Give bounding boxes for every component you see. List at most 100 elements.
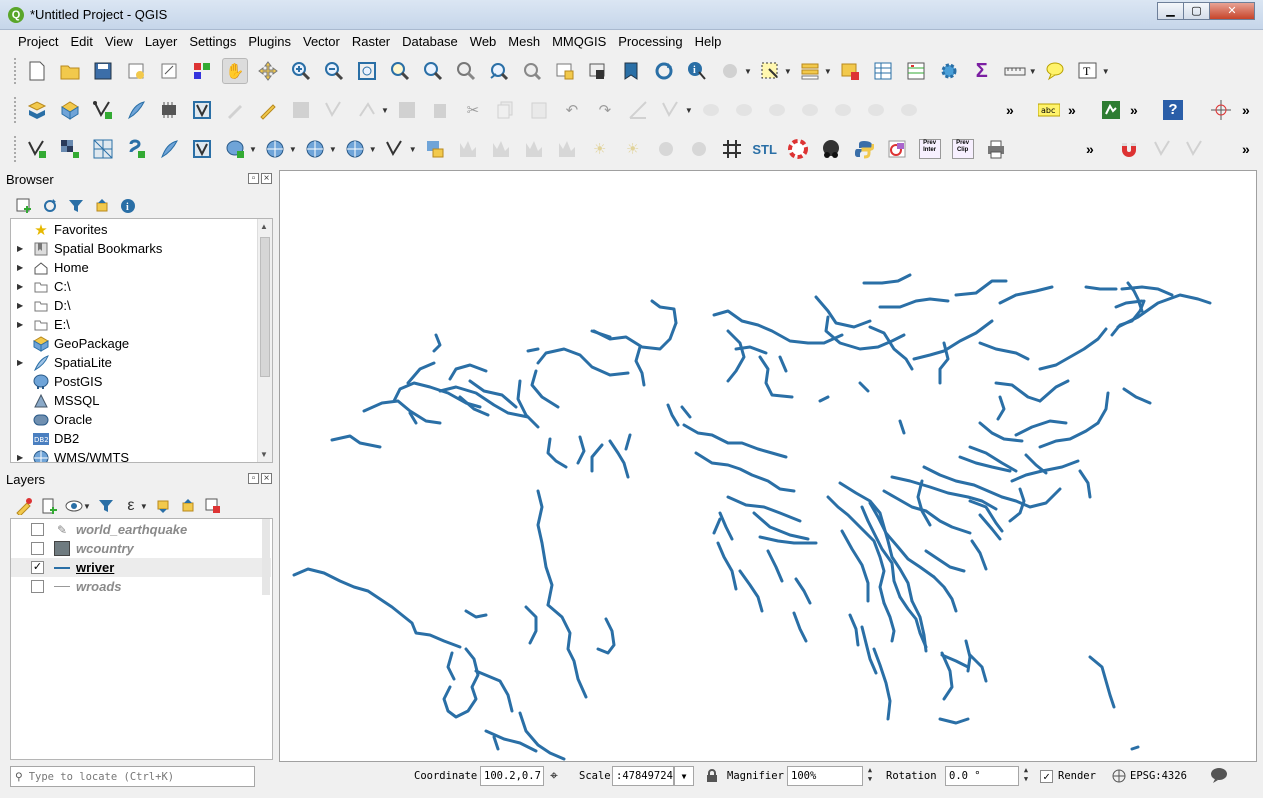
layer-visibility-checkbox[interactable] — [31, 542, 44, 555]
close-button[interactable]: ✕ — [1209, 2, 1255, 20]
shading-tool-2-icon[interactable] — [686, 136, 712, 162]
float-panel-button[interactable]: ▫ — [248, 173, 259, 184]
dropdown-arrow-icon[interactable]: ▼ — [369, 145, 377, 154]
browser-item-spatial-bookmarks[interactable]: ▶ Spatial Bookmarks — [11, 239, 162, 258]
cut-features-icon[interactable]: ✂ — [460, 97, 486, 123]
raster-tool-3-icon[interactable] — [521, 136, 547, 162]
pan-map-icon[interactable]: ✋ — [222, 58, 248, 84]
dropdown-arrow-icon[interactable]: ▼ — [83, 502, 91, 511]
zoom-out-icon[interactable] — [321, 58, 347, 84]
browser-tree[interactable]: ★ Favorites ▶ Spatial Bookmarks ▶ Home ▶ C:\… — [10, 218, 273, 463]
copy-features-icon[interactable] — [493, 97, 519, 123]
fill-ring-icon[interactable] — [830, 97, 856, 123]
deselect-features-icon[interactable] — [837, 58, 863, 84]
dropdown-arrow-icon[interactable]: ▼ — [140, 502, 148, 511]
new-print-layout-icon[interactable] — [123, 58, 149, 84]
sun-tool-2-icon[interactable]: ☀ — [620, 136, 646, 162]
shading-tool-icon[interactable] — [653, 136, 679, 162]
zoom-full-icon[interactable] — [354, 58, 380, 84]
layers-scroll-strip[interactable] — [262, 519, 270, 595]
zoom-last-icon[interactable] — [486, 58, 512, 84]
new-map-view-icon[interactable] — [552, 58, 578, 84]
advanced-digitizing-icon[interactable] — [625, 97, 651, 123]
dropdown-arrow-icon[interactable]: ▼ — [744, 67, 752, 76]
edit-digitize-icon[interactable] — [222, 97, 248, 123]
browser-item-d-drive[interactable]: ▶ D:\ — [11, 296, 71, 315]
minimize-button[interactable]: ▁ — [1157, 2, 1184, 20]
scale-dropdown-arrow-icon[interactable]: ▼ — [674, 766, 694, 786]
new-spatialite-layer-icon[interactable] — [123, 97, 149, 123]
zoom-to-selection-icon[interactable] — [387, 58, 413, 84]
coordinate-toggle-icon[interactable]: ⌖ — [550, 768, 558, 784]
scroll-up-arrow-icon[interactable]: ▲ — [260, 222, 268, 231]
measure-line-icon[interactable] — [1002, 58, 1028, 84]
map-canvas[interactable] — [279, 170, 1257, 762]
menu-project[interactable]: Project — [12, 34, 64, 49]
plugin-run-icon[interactable] — [1098, 97, 1124, 123]
snap-vertex-icon[interactable] — [1150, 136, 1176, 162]
menu-layer[interactable]: Layer — [139, 34, 184, 49]
menu-view[interactable]: View — [99, 34, 139, 49]
browser-item-favorites[interactable]: ★ Favorites — [11, 220, 107, 239]
pan-to-selection-icon[interactable] — [255, 58, 281, 84]
scale-field[interactable]: :47849724 — [612, 766, 674, 786]
menu-plugins[interactable]: Plugins — [242, 34, 297, 49]
prev-clip-button[interactable]: Prev Clip — [950, 136, 976, 162]
toolbar-overflow-button[interactable]: » — [1006, 102, 1014, 118]
expand-arrow-icon[interactable]: ▶ — [17, 453, 27, 462]
filter-by-expression-icon[interactable]: ε — [121, 493, 141, 519]
undo-icon[interactable]: ↶ — [559, 97, 585, 123]
zoom-native-icon[interactable] — [453, 58, 479, 84]
browser-item-db2[interactable]: DB2 DB2 — [11, 429, 79, 448]
menu-mesh[interactable]: Mesh — [502, 34, 546, 49]
help-icon[interactable]: ? — [1160, 97, 1186, 123]
dropdown-arrow-icon[interactable]: ▼ — [409, 145, 417, 154]
expand-all-icon[interactable] — [153, 493, 173, 519]
toolbar-overflow-button[interactable]: » — [1242, 141, 1250, 157]
menu-mmqgis[interactable]: MMQGIS — [546, 34, 612, 49]
delete-ring-icon[interactable] — [863, 97, 889, 123]
style-manager-icon[interactable] — [189, 58, 215, 84]
crosshair-icon[interactable] — [1208, 97, 1234, 123]
dropdown-arrow-icon[interactable]: ▼ — [1029, 67, 1037, 76]
remove-layer-icon[interactable] — [203, 493, 223, 519]
expand-arrow-icon[interactable]: ▶ — [17, 320, 27, 329]
dropdown-arrow-icon[interactable]: ▼ — [824, 67, 832, 76]
collapse-all-icon[interactable] — [92, 193, 112, 219]
select-features-icon[interactable] — [757, 58, 783, 84]
float-panel-button[interactable]: ▫ — [248, 473, 259, 484]
new-virtual-layer-icon[interactable] — [156, 97, 182, 123]
run-feature-action-icon[interactable] — [717, 58, 743, 84]
new-temporary-layer-icon[interactable] — [382, 136, 408, 162]
refresh-icon[interactable] — [651, 58, 677, 84]
add-raster-layer-icon[interactable] — [57, 136, 83, 162]
new-project-icon[interactable] — [24, 58, 50, 84]
browser-item-oracle[interactable]: Oracle — [11, 410, 92, 429]
new-3d-map-view-icon[interactable] — [585, 58, 611, 84]
statistical-summary-icon[interactable]: Σ — [969, 58, 995, 84]
layer-visibility-checkbox[interactable]: ✓ — [31, 561, 44, 574]
dropdown-arrow-icon[interactable]: ▼ — [1102, 67, 1110, 76]
expand-arrow-icon[interactable]: ▶ — [17, 263, 27, 272]
expand-arrow-icon[interactable]: ▶ — [17, 358, 27, 367]
filter-icon[interactable] — [66, 193, 86, 219]
browser-item-wms-wmts[interactable]: ▶ WMS/WMTS — [11, 448, 129, 462]
save-project-icon[interactable] — [90, 58, 116, 84]
scrollbar-thumb[interactable] — [260, 237, 270, 377]
sun-tool-icon[interactable]: ☀ — [587, 136, 613, 162]
reshape-features-icon[interactable] — [698, 97, 724, 123]
toolbar-grip[interactable] — [14, 58, 18, 84]
magnifier-field[interactable]: 100% — [787, 766, 863, 786]
messages-icon[interactable] — [1210, 767, 1228, 786]
zoom-in-icon[interactable] — [288, 58, 314, 84]
delete-part-icon[interactable] — [896, 97, 922, 123]
text-annotation-icon[interactable]: T — [1075, 58, 1101, 84]
label-tool-icon[interactable]: abc — [1036, 97, 1062, 123]
zoom-next-icon[interactable] — [519, 58, 545, 84]
field-calculator-icon[interactable] — [903, 58, 929, 84]
layers-list[interactable]: ✎ world_earthquake wcountry ✓ wriver wro… — [10, 518, 273, 760]
menu-help[interactable]: Help — [689, 34, 728, 49]
menu-database[interactable]: Database — [396, 34, 464, 49]
browser-item-home[interactable]: ▶ Home — [11, 258, 89, 277]
close-panel-button[interactable]: × — [261, 473, 272, 484]
